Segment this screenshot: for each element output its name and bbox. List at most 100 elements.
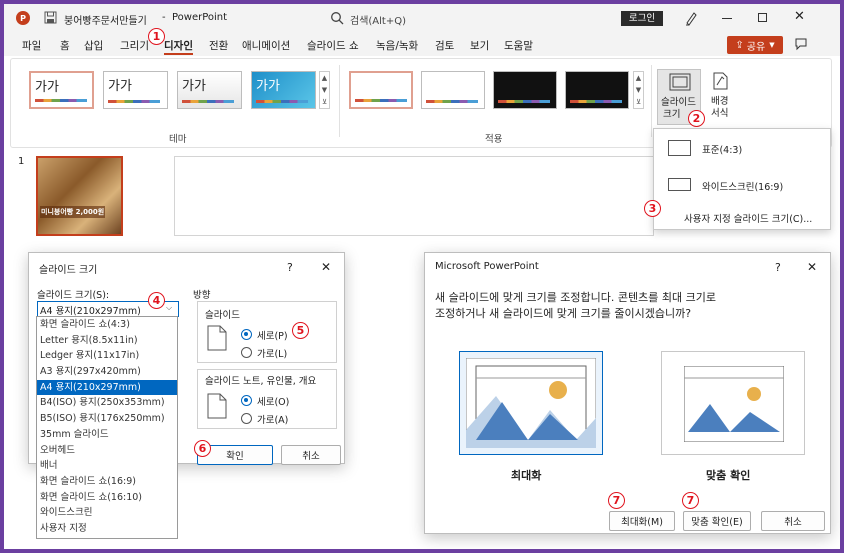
group-theme-label: 테마 bbox=[169, 134, 187, 145]
menu-item-custom-size[interactable]: 사용자 지정 슬라이드 크기(C)... bbox=[654, 206, 830, 228]
close-icon[interactable]: ✕ bbox=[794, 9, 805, 24]
background-format-icon bbox=[713, 72, 728, 90]
powerpoint-logo-icon: P bbox=[16, 11, 30, 25]
size-option-selected[interactable]: A4 용지(210x297mm) bbox=[37, 379, 177, 396]
portrait-page-icon bbox=[207, 325, 227, 351]
slide-canvas[interactable] bbox=[174, 156, 654, 236]
tab-view[interactable]: 보기 bbox=[470, 38, 489, 53]
group-divider bbox=[651, 65, 652, 137]
size-option[interactable]: 오버헤드 bbox=[37, 443, 177, 459]
pen-icon[interactable] bbox=[684, 10, 698, 26]
notes-portrait-radio[interactable] bbox=[241, 395, 252, 406]
variant-scroll[interactable]: ▲ ▼ ⊻ bbox=[633, 71, 644, 109]
title-bar: P 붕어빵주문서만들기 - PowerPoint 검색(Alt+Q) 로그인 ✕ bbox=[4, 4, 840, 32]
portrait-page-icon bbox=[207, 393, 227, 419]
slide-size-icon bbox=[669, 73, 691, 91]
slides-portrait-radio[interactable] bbox=[241, 329, 252, 340]
help-button[interactable]: ? bbox=[287, 261, 293, 274]
search-icon bbox=[331, 12, 344, 25]
standard-shape-icon bbox=[668, 140, 691, 156]
notes-landscape-radio[interactable] bbox=[241, 413, 252, 424]
size-option[interactable]: Letter 용지(8.5x11in) bbox=[37, 333, 177, 349]
chevron-down-icon: ⌵ bbox=[166, 303, 173, 312]
chevron-down-icon: ▼ bbox=[769, 41, 775, 49]
size-option[interactable]: 배너 bbox=[37, 458, 177, 474]
slides-portrait-label: 세로(P) bbox=[257, 331, 288, 342]
size-option[interactable]: 화면 슬라이드 쇼(16:9) bbox=[37, 474, 177, 490]
theme-4[interactable]: 가가 bbox=[251, 71, 316, 109]
scale-content-dialog: Microsoft PowerPoint ? ✕ 새 슬라이드에 맞게 크기를 … bbox=[424, 252, 831, 534]
slide-number: 1 bbox=[18, 156, 25, 167]
variant-1[interactable] bbox=[349, 71, 413, 109]
help-button[interactable]: ? bbox=[775, 261, 781, 274]
tab-home[interactable]: 홈 bbox=[60, 38, 70, 53]
background-format-button[interactable]: 배경 서식 bbox=[705, 69, 735, 125]
marker-2: 2 bbox=[688, 110, 705, 127]
size-option[interactable]: 35mm 슬라이드 bbox=[37, 427, 177, 443]
size-option[interactable]: B4(ISO) 용지(250x353mm) bbox=[37, 395, 177, 411]
save-icon[interactable] bbox=[44, 11, 57, 24]
marker-5: 5 bbox=[292, 322, 309, 339]
tab-slideshow[interactable]: 슬라이드 쇼 bbox=[307, 38, 359, 53]
minimize-icon[interactable] bbox=[722, 18, 732, 19]
login-button[interactable]: 로그인 bbox=[621, 11, 663, 26]
maximize-option-label: 최대화 bbox=[511, 469, 542, 482]
search-box[interactable]: 검색(Alt+Q) bbox=[320, 8, 522, 28]
tab-transitions[interactable]: 전환 bbox=[209, 38, 228, 53]
variant-2[interactable] bbox=[421, 71, 485, 109]
notes-label: 슬라이드 노트, 유인물, 개요 bbox=[205, 376, 317, 387]
size-option[interactable]: 와이드스크린 bbox=[37, 505, 177, 521]
group-variant-label: 적용 bbox=[485, 134, 503, 145]
size-option[interactable]: B5(ISO) 용지(176x250mm) bbox=[37, 411, 177, 427]
close-button[interactable]: ✕ bbox=[807, 260, 817, 274]
slide-size-label-2: 크기 bbox=[663, 109, 681, 120]
share-button[interactable]: ⇪ 공유 ▼ bbox=[727, 36, 783, 54]
theme-office[interactable]: 가가 bbox=[29, 71, 94, 109]
widescreen-label: 와이드스크린(16:9) bbox=[702, 182, 784, 193]
cancel-button[interactable]: 취소 bbox=[761, 511, 825, 531]
share-icon: ⇪ bbox=[735, 39, 744, 51]
fit-button[interactable]: 맞춤 확인(E) bbox=[683, 511, 751, 531]
tab-insert[interactable]: 삽입 bbox=[84, 38, 103, 53]
slide-thumbnail-pane: 1 미니붕어빵 2,000원 bbox=[4, 150, 174, 236]
tab-review[interactable]: 검토 bbox=[435, 38, 454, 53]
maximize-button[interactable]: 최대화(M) bbox=[609, 511, 675, 531]
variant-3[interactable] bbox=[493, 71, 557, 109]
standard-label: 표준(4:3) bbox=[702, 145, 743, 156]
slide-thumbnail[interactable]: 미니붕어빵 2,000원 bbox=[36, 156, 123, 236]
custom-size-label: 사용자 지정 슬라이드 크기(C)... bbox=[684, 214, 813, 225]
tab-help[interactable]: 도움말 bbox=[504, 38, 533, 53]
size-option[interactable]: 화면 슬라이드 쇼(4:3) bbox=[37, 317, 177, 333]
tab-record[interactable]: 녹음/녹화 bbox=[376, 38, 418, 53]
theme-scroll[interactable]: ▲ ▼ ⊻ bbox=[319, 71, 330, 109]
theme-2[interactable]: 가가 bbox=[103, 71, 168, 109]
tab-draw[interactable]: 그리기 bbox=[120, 38, 149, 53]
menu-item-standard[interactable]: 표준(4:3) bbox=[654, 129, 830, 165]
slide-size-dropdown: 표준(4:3) 와이드스크린(16:9) 사용자 지정 슬라이드 크기(C)..… bbox=[653, 128, 831, 230]
theme-3[interactable]: 가가 bbox=[177, 71, 242, 109]
maximize-option[interactable] bbox=[459, 351, 603, 455]
notes-portrait-label: 세로(O) bbox=[257, 397, 290, 408]
close-button[interactable]: ✕ bbox=[321, 260, 331, 274]
size-select-value: A4 용지(210x297mm) bbox=[40, 306, 141, 317]
marker-3: 3 bbox=[644, 200, 661, 217]
dialog-title: 슬라이드 크기 bbox=[39, 265, 98, 276]
size-option[interactable]: Ledger 용지(11x17in) bbox=[37, 348, 177, 364]
size-label: 슬라이드 크기(S): bbox=[37, 290, 110, 301]
cancel-button[interactable]: 취소 bbox=[281, 445, 341, 465]
tab-design[interactable]: 디자인 bbox=[164, 38, 193, 55]
size-option[interactable]: 사용자 지정 bbox=[37, 521, 177, 537]
comments-icon[interactable] bbox=[794, 37, 808, 51]
screenshot-frame: P 붕어빵주문서만들기 - PowerPoint 검색(Alt+Q) 로그인 ✕… bbox=[4, 4, 840, 549]
maximize-preview-image bbox=[466, 358, 596, 448]
size-option[interactable]: A3 용지(297x420mm) bbox=[37, 364, 177, 380]
slides-landscape-radio[interactable] bbox=[241, 347, 252, 358]
variant-4[interactable] bbox=[565, 71, 629, 109]
tab-animations[interactable]: 애니메이션 bbox=[242, 38, 290, 53]
tab-file[interactable]: 파일 bbox=[22, 38, 41, 53]
size-option[interactable]: 화면 슬라이드 쇼(16:10) bbox=[37, 490, 177, 506]
menu-item-widescreen[interactable]: 와이드스크린(16:9) bbox=[654, 167, 830, 203]
maximize-icon[interactable] bbox=[758, 13, 767, 22]
fit-option-label: 맞춤 확인 bbox=[706, 469, 751, 482]
fit-option[interactable] bbox=[661, 351, 805, 455]
